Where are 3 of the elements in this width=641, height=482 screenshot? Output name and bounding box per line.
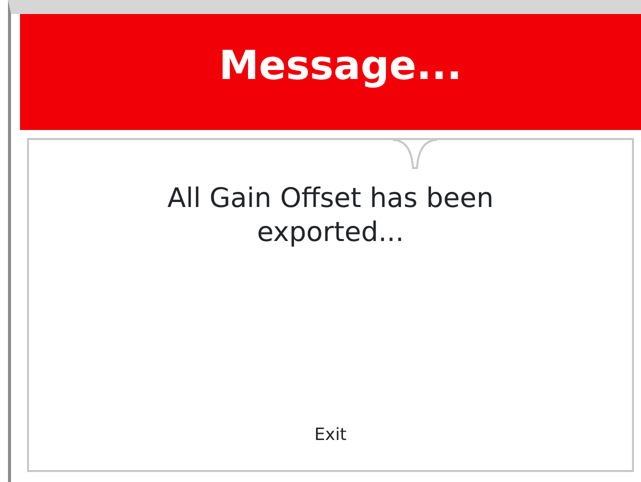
exit-button[interactable]: Exit: [310, 422, 351, 448]
message-text: All Gain Offset has been exported...: [166, 182, 495, 250]
header-title: Message...: [219, 42, 462, 90]
